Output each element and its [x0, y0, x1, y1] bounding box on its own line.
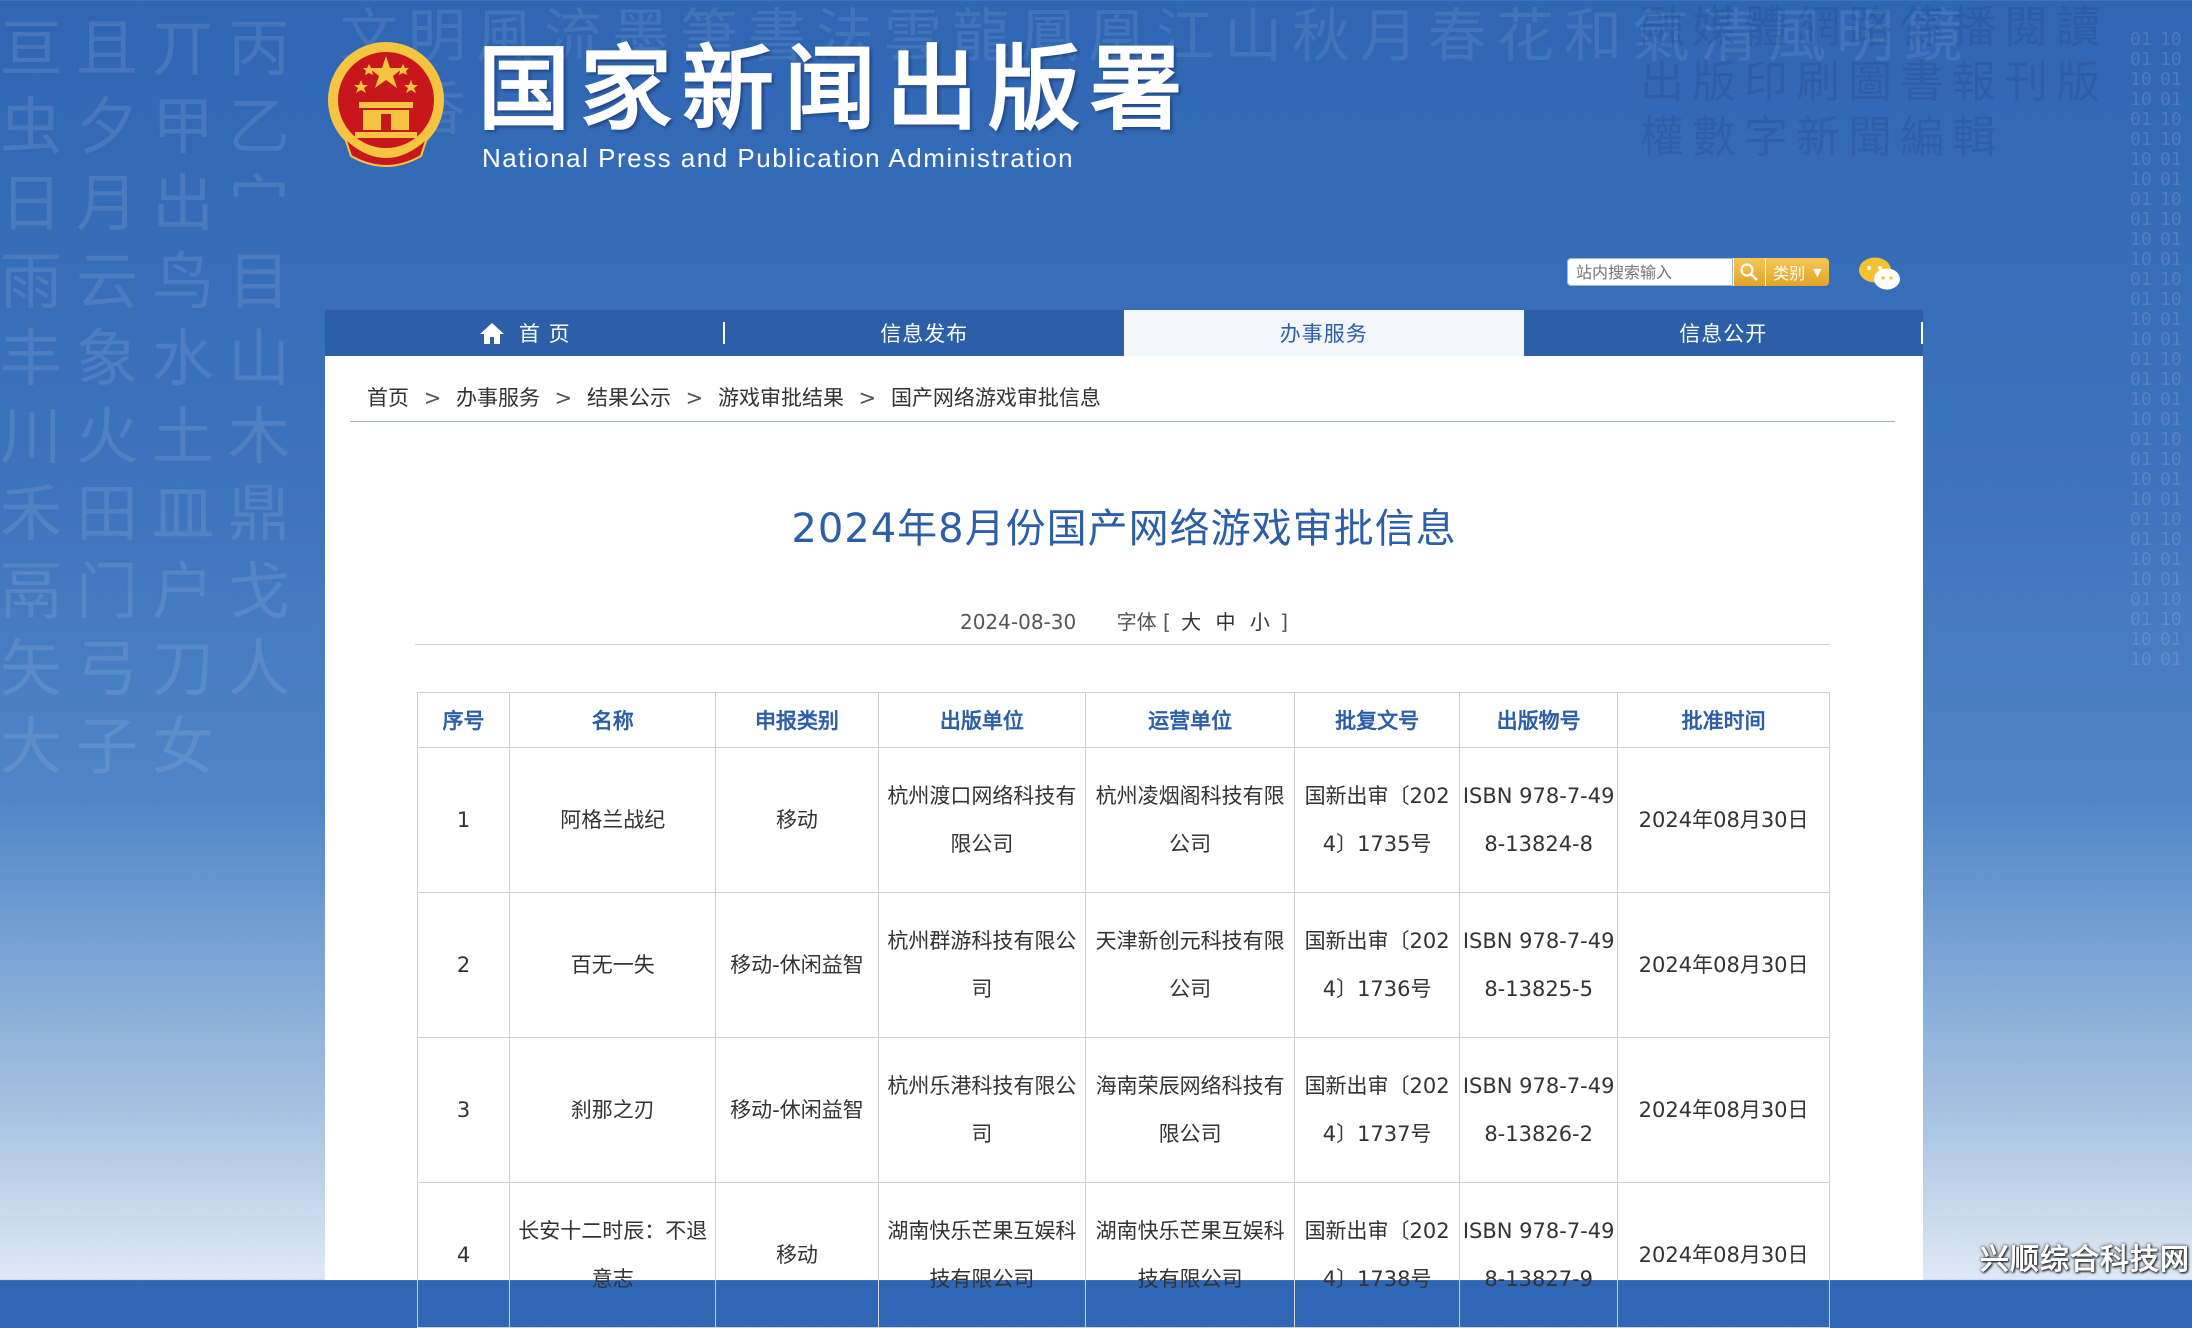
breadcrumb-link-results[interactable]: 结果公示: [587, 386, 671, 410]
nav-item-info-release[interactable]: 信息发布: [725, 310, 1125, 356]
cell-index: 2: [416, 892, 511, 1038]
cell-isbn: ISBN 978-7-498-13826-2: [1459, 1037, 1619, 1183]
table-row: 2 百无一失 移动-休闲益智 杭州群游科技有限公司 天津新创元科技有限公司 国新…: [416, 892, 1830, 1038]
national-emblem-icon: [328, 42, 444, 167]
cell-approval-number: 国新出审〔2024〕1736号: [1294, 892, 1461, 1038]
background-binary-strip: 0101101001011010010110100101101001011010…: [2130, 29, 2152, 670]
cell-approval-date: 2024年08月30日: [1617, 892, 1830, 1038]
breadcrumb-link-current[interactable]: 国产网络游戏审批信息: [891, 386, 1101, 410]
site-subtitle-en: National Press and Publication Administr…: [482, 143, 1075, 173]
column-header-publisher: 出版单位: [877, 692, 1087, 748]
cell-operator: 海南荣辰网络科技有限公司: [1085, 1037, 1296, 1183]
nav-divider: [1921, 322, 1923, 344]
breadcrumb-divider: [350, 421, 1895, 422]
table-row: 1 阿格兰战纪 移动 杭州渡口网络科技有限公司 杭州凌烟阁科技有限公司 国新出审…: [416, 747, 1830, 893]
category-dropdown[interactable]: 类别 ▼: [1764, 258, 1829, 286]
nav-item-label: 办事服务: [1279, 322, 1368, 346]
site-title: 国家新闻出版署: [478, 36, 1193, 143]
breadcrumb-separator: >: [858, 386, 877, 410]
cell-publisher: 杭州群游科技有限公司: [877, 892, 1087, 1038]
nav-item-info-disclosure[interactable]: 信息公开: [1524, 310, 1923, 356]
breadcrumb-separator: >: [554, 386, 573, 410]
bracket-close: ]: [1280, 610, 1288, 634]
cell-index: 4: [416, 1182, 511, 1328]
column-header-approval-number: 批复文号: [1294, 692, 1461, 748]
column-header-name: 名称: [509, 692, 717, 748]
search-bar: 类别 ▼: [1567, 258, 1829, 288]
search-icon: [1740, 263, 1759, 281]
meta-divider: [415, 644, 1830, 645]
cell-index: 3: [416, 1037, 511, 1183]
article-meta: 2024-08-30 字体 [ 大 中 小 ]: [325, 606, 1923, 635]
nav-item-label: 信息公开: [1679, 322, 1768, 346]
cell-operator: 杭州凌烟阁科技有限公司: [1085, 747, 1296, 893]
breadcrumb: 首页 > 办事服务 > 结果公示 > 游戏审批结果 > 国产网络游戏审批信息: [367, 382, 1101, 412]
content-panel: 首页 > 办事服务 > 结果公示 > 游戏审批结果 > 国产网络游戏审批信息 2…: [325, 356, 1923, 1328]
table-row: 3 刹那之刃 移动-休闲益智 杭州乐港科技有限公司 海南荣辰网络科技有限公司 国…: [416, 1037, 1830, 1183]
bracket-open: [: [1162, 610, 1171, 634]
font-size-large-button[interactable]: 大: [1181, 610, 1201, 634]
column-header-approval-date: 批准时间: [1617, 692, 1830, 748]
background-character-grid: 融媒體網路傳播閱讀出版印刷圖書報刊版權數字新聞編輯: [1640, 2, 2108, 163]
background-binary-strip: 1010010110100101101001011010010110100101…: [2160, 29, 2182, 670]
game-approval-table: 序号 名称 申报类别 出版单位 运营单位 批复文号 出版物号 批准时间 1 阿格…: [416, 692, 1830, 1328]
cell-isbn: ISBN 978-7-498-13824-8: [1459, 747, 1619, 893]
cell-operator: 湖南快乐芒果互娱科技有限公司: [1085, 1182, 1296, 1328]
cell-operator: 天津新创元科技有限公司: [1085, 892, 1296, 1038]
cell-approval-date: 2024年08月30日: [1617, 1037, 1830, 1183]
cell-name: 阿格兰战纪: [509, 747, 717, 893]
home-icon: [479, 323, 504, 344]
search-button[interactable]: [1733, 258, 1765, 286]
column-header-operator: 运营单位: [1085, 692, 1296, 748]
article-date: 2024-08-30: [959, 610, 1077, 634]
breadcrumb-link-home[interactable]: 首页: [367, 386, 409, 410]
cell-name: 百无一失: [509, 892, 717, 1038]
column-header-index: 序号: [416, 692, 511, 748]
cell-category: 移动: [715, 1182, 879, 1328]
cell-isbn: ISBN 978-7-498-13825-5: [1459, 892, 1619, 1038]
search-input[interactable]: [1567, 258, 1733, 286]
cell-isbn: ISBN 978-7-498-13827-9: [1459, 1182, 1619, 1328]
cell-publisher: 杭州渡口网络科技有限公司: [877, 747, 1087, 893]
breadcrumb-link-services[interactable]: 办事服务: [456, 386, 540, 410]
breadcrumb-link-game-approval[interactable]: 游戏审批结果: [718, 386, 844, 410]
wechat-icon[interactable]: [1858, 256, 1902, 292]
nav-item-label: 首 页: [518, 322, 571, 346]
table-row: 4 长安十二时辰：不退意志 移动 湖南快乐芒果互娱科技有限公司 湖南快乐芒果互娱…: [416, 1182, 1830, 1328]
table-header-row: 序号 名称 申报类别 出版单位 运营单位 批复文号 出版物号 批准时间: [416, 692, 1830, 748]
caret-down-icon: ▼: [1813, 265, 1822, 279]
cell-publisher: 湖南快乐芒果互娱科技有限公司: [877, 1182, 1087, 1328]
cell-approval-number: 国新出审〔2024〕1735号: [1294, 747, 1461, 893]
watermark: 兴顺综合科技网: [1980, 1242, 2191, 1276]
breadcrumb-separator: >: [685, 386, 704, 410]
font-size-small-button[interactable]: 小: [1250, 610, 1270, 634]
breadcrumb-separator: >: [423, 386, 442, 410]
cell-approval-date: 2024年08月30日: [1617, 747, 1830, 893]
cell-publisher: 杭州乐港科技有限公司: [877, 1037, 1087, 1183]
nav-item-label: 信息发布: [880, 322, 969, 346]
cell-name: 刹那之刃: [509, 1037, 717, 1183]
cell-approval-number: 国新出审〔2024〕1738号: [1294, 1182, 1461, 1328]
cell-category: 移动-休闲益智: [715, 1037, 879, 1183]
cell-approval-number: 国新出审〔2024〕1737号: [1294, 1037, 1461, 1183]
column-header-isbn: 出版物号: [1459, 692, 1619, 748]
font-size-medium-button[interactable]: 中: [1215, 610, 1235, 634]
cell-index: 1: [416, 747, 511, 893]
category-label: 类别: [1773, 264, 1806, 283]
column-header-category: 申报类别: [715, 692, 879, 748]
font-size-label: 字体: [1116, 610, 1157, 634]
article-title: 2024年8月份国产网络游戏审批信息: [791, 506, 1457, 552]
cell-category: 移动-休闲益智: [715, 892, 879, 1038]
nav-item-home[interactable]: 首 页: [325, 310, 725, 356]
background-calligraphy-left: 亘且丌丙虫夕甲乙日月出宀雨云鸟目丰象水山川火土木禾田皿鼎鬲门户戈矢弓刀人大子女: [0, 12, 305, 783]
cell-category: 移动: [715, 747, 879, 893]
main-navigation: 首 页 信息发布 办事服务 信息公开: [325, 310, 1923, 356]
nav-item-services[interactable]: 办事服务: [1124, 310, 1524, 356]
cell-name: 长安十二时辰：不退意志: [509, 1182, 717, 1328]
cell-approval-date: 2024年08月30日: [1617, 1182, 1830, 1328]
